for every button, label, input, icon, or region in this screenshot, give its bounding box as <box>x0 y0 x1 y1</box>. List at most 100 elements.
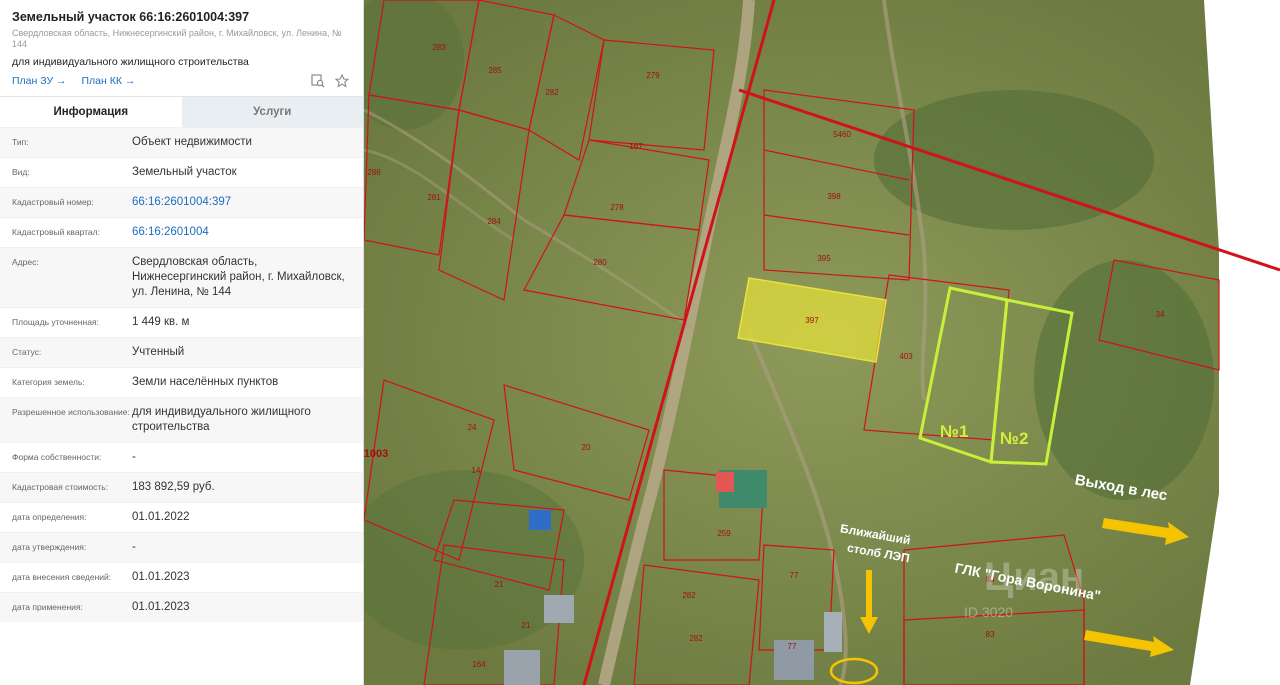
star-icon[interactable] <box>334 73 350 88</box>
plan-links: План ЗУ → План КК → <box>12 75 147 87</box>
parcel-label: 24 <box>468 423 477 432</box>
cadastral-number-link[interactable]: 66:16:2601004:397 <box>132 195 351 210</box>
row-value: Свердловская область, Нижнесергинский ра… <box>132 256 345 298</box>
row-value: Учтенный <box>132 346 185 358</box>
parcel-label: 167 <box>629 142 643 151</box>
parcel-label: 77 <box>788 642 797 651</box>
row-value: Земли населённых пунктов <box>132 376 279 388</box>
parcel-label: 21 <box>522 621 531 630</box>
forest-patch <box>874 90 1154 230</box>
usage-subtitle: для индивидуального жилищного строительс… <box>12 56 249 68</box>
house-roof <box>716 472 734 492</box>
parcel-label: 282 <box>689 634 703 643</box>
row-label: Вид: <box>12 167 30 177</box>
house-roof <box>504 650 540 685</box>
parcel-label: 281 <box>427 193 441 202</box>
watermark-id: ID 3020 <box>964 604 1013 620</box>
row-label: Кадастровая стоимость: <box>12 482 109 492</box>
table-row: дата применения: 01.01.2023 <box>0 592 363 622</box>
object-search-icon[interactable] <box>311 74 325 88</box>
parcel-label: 395 <box>817 254 831 263</box>
table-row: Адрес: Свердловская область, Нижнесергинс… <box>0 247 363 307</box>
row-label: дата внесения сведений: <box>12 572 112 582</box>
page-title: Земельный участок 66:16:2601004:397 <box>12 10 250 24</box>
house-roof <box>824 612 842 652</box>
row-label: Адрес: <box>12 257 39 267</box>
table-row: Кадастровая стоимость: 183 892,59 руб. <box>0 472 363 502</box>
house-roof <box>529 510 551 530</box>
parcel-label: 20 <box>582 443 591 452</box>
parcel-label: 397 <box>805 316 819 325</box>
table-row: Категория земель: Земли населённых пункто… <box>0 367 363 397</box>
row-label: Тип: <box>12 137 29 147</box>
plan-zu-link[interactable]: План ЗУ → <box>12 75 67 87</box>
tab-bar: Информация Услуги <box>0 96 363 127</box>
table-row: Площадь уточненная: 1 449 кв. м <box>0 307 363 337</box>
parcel-label: 34 <box>1156 310 1165 319</box>
row-label: Кадастровый квартал: <box>12 227 100 237</box>
parcel-label: 285 <box>488 66 502 75</box>
row-value: - <box>132 451 136 463</box>
plot-1-label: №1 <box>940 422 968 441</box>
parcel-label: 278 <box>610 203 624 212</box>
row-label: Кадастровый номер: <box>12 197 94 207</box>
table-row: дата внесения сведений: 01.01.2023 <box>0 562 363 592</box>
parcel-label: 259 <box>717 529 731 538</box>
row-value: Объект недвижимости <box>132 136 252 148</box>
cadastral-quarter-link[interactable]: 66:16:2601004 <box>132 225 351 240</box>
address-subtitle: Свердловская область, Нижнесергинский ра… <box>12 28 342 49</box>
tab-information[interactable]: Информация <box>0 97 182 127</box>
row-label: дата определения: <box>12 512 87 522</box>
parcel-label: 284 <box>487 217 501 226</box>
table-row: Статус: Учтенный <box>0 337 363 367</box>
parcel-label: 21 <box>495 580 504 589</box>
row-label: дата применения: <box>12 602 83 612</box>
parcel-label: 83 <box>986 630 995 639</box>
parcel-label: 279 <box>646 71 660 80</box>
table-row: Вид: Земельный участок <box>0 157 363 187</box>
row-value: 01.01.2023 <box>132 571 190 583</box>
table-row: Кадастровый номер: 66:16:2601004:397 <box>0 187 363 217</box>
row-label: дата утверждения: <box>12 542 87 552</box>
plan-kk-link[interactable]: План КК → <box>81 75 135 87</box>
parcel-label: 164 <box>472 660 486 669</box>
watermark: Циан <box>984 555 1084 599</box>
row-label: Категория земель: <box>12 377 85 387</box>
row-value: 183 892,59 руб. <box>132 481 215 493</box>
parcel-label: 286 <box>367 168 381 177</box>
parcel-label: 283 <box>432 43 446 52</box>
table-row: Кадастровый квартал: 66:16:2601004 <box>0 217 363 247</box>
row-value: - <box>132 541 136 553</box>
parcel-label: 5460 <box>833 130 851 139</box>
table-row: дата определения: 01.01.2022 <box>0 502 363 532</box>
info-table: Тип: Объект недвижимости Вид: Земельный уч… <box>0 127 363 622</box>
parcel-label: 398 <box>827 192 841 201</box>
row-value: 1 449 кв. м <box>132 316 190 328</box>
parcel-label: 282 <box>545 88 559 97</box>
row-value: 01.01.2022 <box>132 511 190 523</box>
parcel-label: 403 <box>899 352 913 361</box>
row-label: Площадь уточненная: <box>12 317 99 327</box>
table-row: дата утверждения: - <box>0 532 363 562</box>
parcel-label: 77 <box>790 571 799 580</box>
info-panel: Земельный участок 66:16:2601004:397 Свер… <box>0 0 364 685</box>
parcel-label: 14 <box>472 466 481 475</box>
parcel-label: 282 <box>682 591 696 600</box>
panel-header: Земельный участок 66:16:2601004:397 Свер… <box>0 0 363 96</box>
row-value: для индивидуального жилищного строительс… <box>132 406 311 433</box>
house-roof <box>544 595 574 623</box>
parcel-label: 1003 <box>364 448 388 460</box>
table-row: Тип: Объект недвижимости <box>0 127 363 157</box>
row-label: Разрешенное использование: <box>12 407 130 417</box>
row-label: Статус: <box>12 347 42 357</box>
parcel-label: 280 <box>593 258 607 267</box>
header-icons <box>311 73 350 88</box>
table-row: Форма собственности: - <box>0 442 363 472</box>
row-value: Земельный участок <box>132 166 237 178</box>
plot-2-label: №2 <box>1000 429 1028 448</box>
table-row: Разрешенное использование: для индивидуал… <box>0 397 363 442</box>
satellite-map[interactable]: 283 285 282 279 286 281 167 284 278 280 … <box>364 0 1280 685</box>
tab-services[interactable]: Услуги <box>181 97 363 127</box>
row-label: Форма собственности: <box>12 452 102 462</box>
row-value: 01.01.2023 <box>132 601 190 613</box>
